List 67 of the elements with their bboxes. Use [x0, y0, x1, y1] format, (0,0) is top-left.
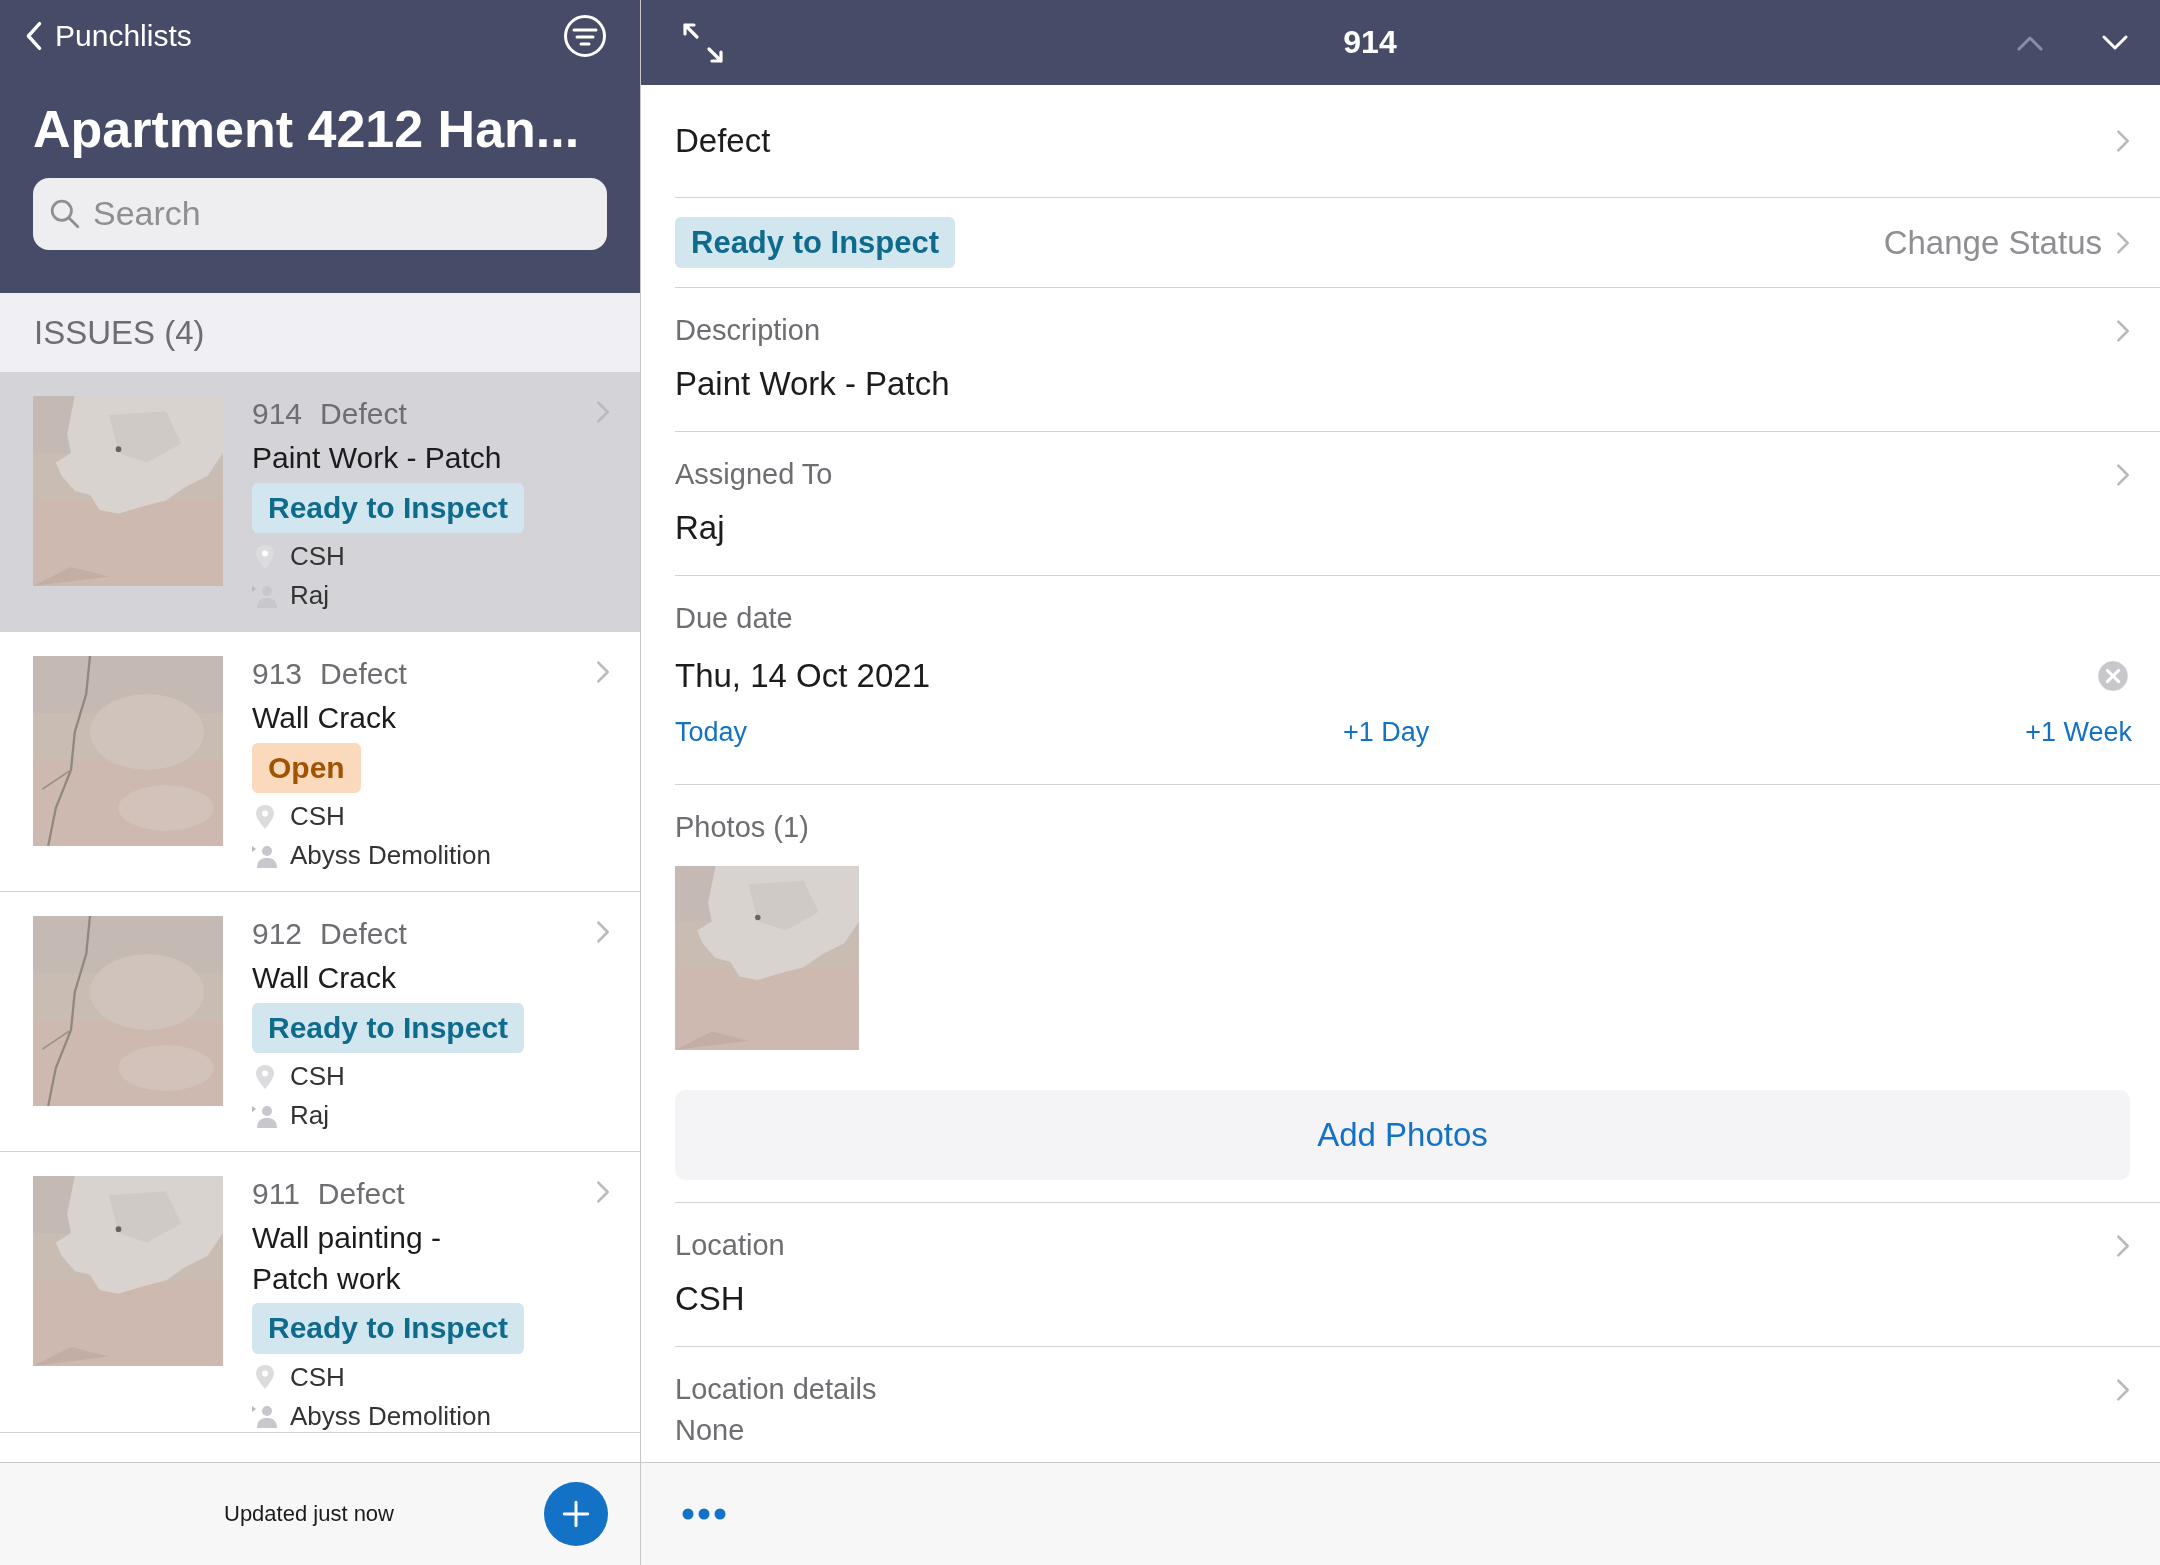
- chevron-right-icon: [2116, 230, 2130, 255]
- issue-title: Paint Work - Patch: [252, 440, 502, 476]
- date-shortcut-link[interactable]: +1 Week: [2025, 717, 2132, 748]
- person-icon: [252, 1403, 278, 1429]
- issue-location: CSH: [290, 541, 345, 572]
- chevron-right-icon: [596, 920, 610, 944]
- field-label: Due date: [675, 602, 794, 635]
- issue-assignee: Raj: [290, 1100, 329, 1131]
- status-badge: Ready to Inspect: [252, 482, 525, 533]
- issue-type: Defect: [320, 916, 407, 952]
- add-photos-button[interactable]: Add Photos: [675, 1090, 2130, 1180]
- status-badge: Open: [252, 742, 361, 793]
- issue-title: Wall Crack: [252, 960, 396, 996]
- field-value: None: [675, 1414, 746, 1447]
- issue-location: CSH: [290, 801, 345, 832]
- field-value: Paint Work - Patch: [675, 365, 951, 403]
- field-value: Raj: [675, 509, 726, 547]
- field-label: Photos (1): [675, 811, 810, 844]
- status-badge: Ready to Inspect: [675, 216, 956, 269]
- issue-number: 912: [252, 916, 303, 952]
- issue-number: 914: [252, 396, 303, 432]
- search-field[interactable]: Search: [33, 177, 607, 250]
- field-value: Thu, 14 Oct 2021: [675, 657, 930, 695]
- issue-assignee: Abyss Demolition: [290, 1400, 491, 1432]
- more-icon[interactable]: [681, 1507, 727, 1521]
- back-button[interactable]: Punchlists: [25, 19, 192, 53]
- field-label: Location details: [675, 1373, 877, 1406]
- issue-location: CSH: [290, 1061, 345, 1092]
- punchlist-title: Apartment 4212 Han...: [33, 99, 580, 160]
- chevron-right-icon: [2116, 318, 2130, 343]
- issue-title: 914: [1342, 24, 1398, 61]
- chevron-right-icon: [2116, 129, 2130, 153]
- search-input[interactable]: Search: [91, 193, 591, 235]
- status-badge: Ready to Inspect: [252, 1002, 525, 1053]
- issue-number: 913: [252, 656, 303, 692]
- issue-type: Defect: [320, 656, 407, 692]
- section-header: ISSUES (4): [0, 293, 640, 372]
- issue-type: Defect: [320, 396, 407, 432]
- chevron-right-icon: [596, 1180, 610, 1204]
- issue-title: Wall painting - Patch work: [252, 1220, 442, 1297]
- issue-location: CSH: [290, 1361, 345, 1393]
- chevron-right-icon: [2116, 1377, 2130, 1402]
- sync-status: Updated just now: [224, 1501, 394, 1527]
- date-shortcut-link[interactable]: +1 Day: [1342, 717, 1430, 748]
- field-label: Description: [675, 314, 821, 347]
- field-label: Assigned To: [675, 458, 833, 491]
- chevron-left-icon: [25, 20, 43, 52]
- issue-assignee: Raj: [290, 580, 329, 611]
- issue-row[interactable]: 914 Defect Paint Work - Patch Ready to Inspect CSH Raj: [0, 372, 640, 632]
- issue-type: Defect: [317, 1176, 405, 1212]
- field-label: Location: [675, 1229, 785, 1262]
- search-icon: [49, 197, 81, 230]
- issue-number: 911: [252, 1176, 300, 1212]
- status-badge: Ready to Inspect: [252, 1303, 525, 1354]
- issue-assignee: Abyss Demolition: [290, 840, 491, 871]
- chevron-right-icon: [596, 400, 610, 424]
- issue-type: Defect: [675, 122, 771, 160]
- chevron-right-icon: [2116, 1233, 2130, 1258]
- filter-icon[interactable]: [563, 14, 607, 58]
- plus-icon: [560, 1498, 592, 1530]
- issue-title: Wall Crack: [252, 700, 396, 736]
- field-value: CSH: [675, 1280, 746, 1318]
- date-shortcut-link[interactable]: Today: [675, 717, 748, 748]
- type-row[interactable]: Defect: [675, 85, 2160, 198]
- expand-icon[interactable]: [681, 20, 725, 65]
- chevron-right-icon: [596, 660, 610, 684]
- chevron-right-icon: [2116, 462, 2130, 487]
